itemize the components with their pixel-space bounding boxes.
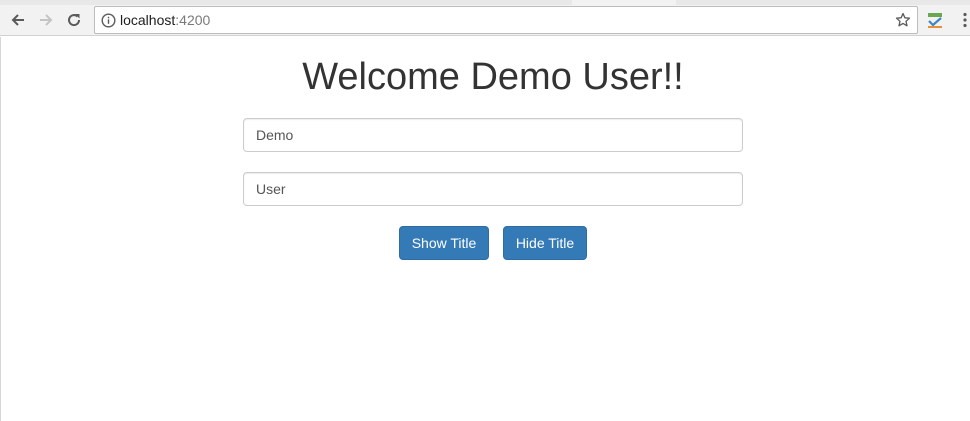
- back-arrow-icon[interactable]: [7, 9, 29, 31]
- browser-toolbar: localhost:4200: [0, 5, 970, 36]
- first-name-input[interactable]: [243, 118, 743, 152]
- page-content: Welcome Demo User!! Show Title Hide Titl…: [0, 37, 970, 421]
- page-title: Welcome Demo User!!: [302, 56, 684, 98]
- address-bar[interactable]: localhost:4200: [94, 6, 918, 34]
- star-icon[interactable]: [895, 12, 911, 28]
- reload-icon[interactable]: [63, 9, 85, 31]
- info-icon[interactable]: [101, 13, 116, 28]
- url-text: localhost:4200: [120, 12, 210, 29]
- forward-arrow-icon[interactable]: [35, 9, 57, 31]
- hide-title-button[interactable]: Hide Title: [503, 226, 587, 260]
- last-name-input[interactable]: [243, 172, 743, 206]
- show-title-button[interactable]: Show Title: [399, 226, 489, 260]
- url-host: localhost: [120, 12, 176, 28]
- extension-icon[interactable]: [926, 11, 944, 29]
- url-port: :4200: [175, 12, 211, 28]
- kebab-menu-icon[interactable]: [962, 12, 968, 28]
